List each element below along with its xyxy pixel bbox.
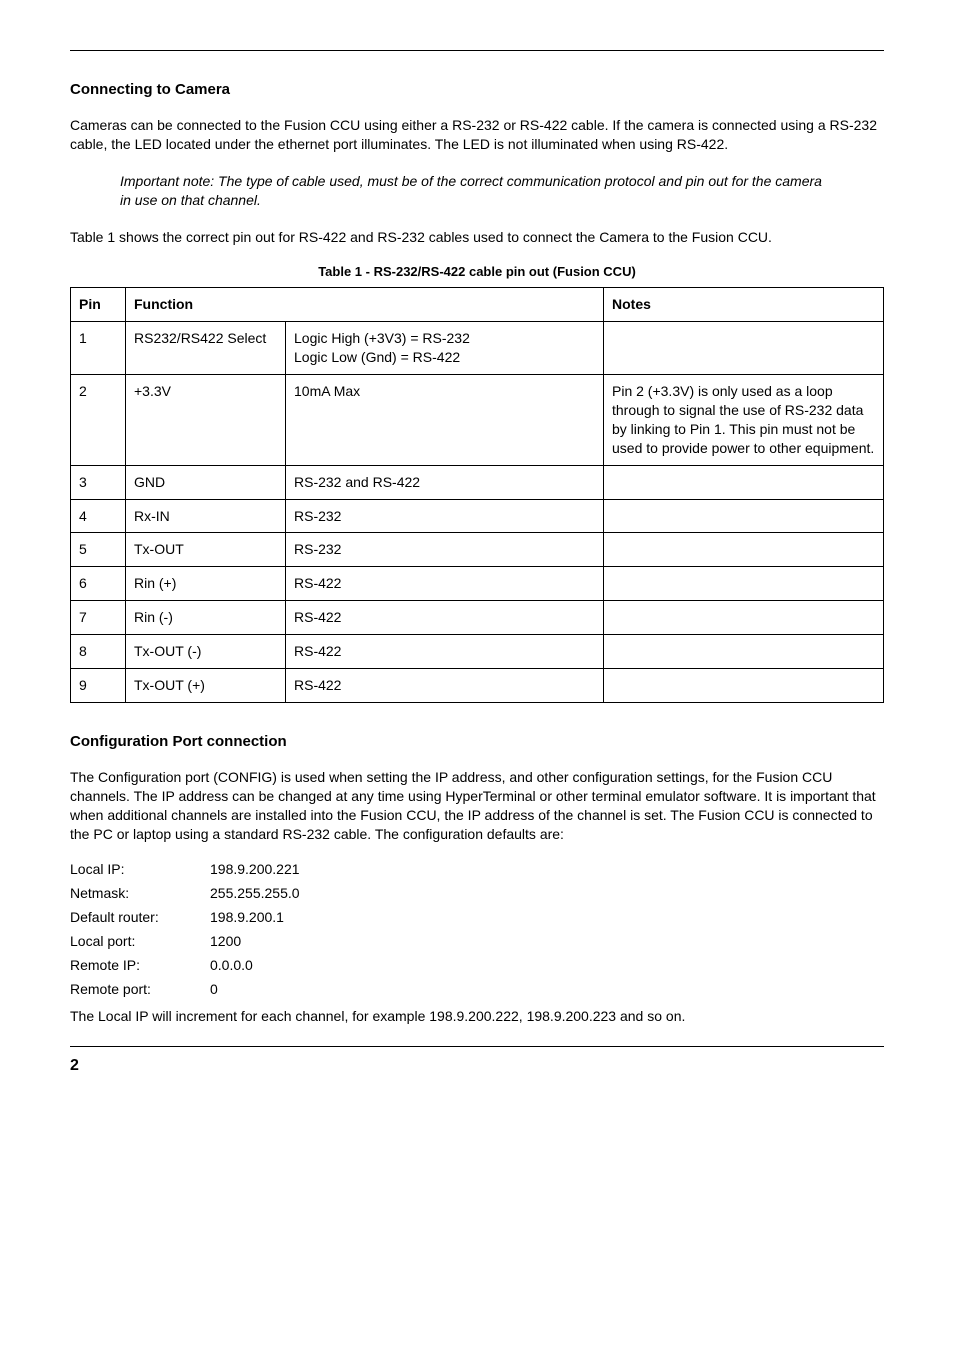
section1-para1: Cameras can be connected to the Fusion C… bbox=[70, 116, 884, 154]
table-row: 8Tx-OUT (-)RS-422 bbox=[71, 635, 884, 669]
cell-function-desc: Logic High (+3V3) = RS-232 Logic Low (Gn… bbox=[286, 322, 604, 375]
cell-function-desc: RS-232 and RS-422 bbox=[286, 465, 604, 499]
table-caption: Table 1 - RS-232/RS-422 cable pin out (F… bbox=[70, 264, 884, 279]
cell-notes bbox=[604, 465, 884, 499]
table-row: 1RS232/RS422 SelectLogic High (+3V3) = R… bbox=[71, 322, 884, 375]
default-value: 0.0.0.0 bbox=[210, 957, 884, 973]
cell-function-desc: RS-422 bbox=[286, 601, 604, 635]
cell-function-desc: RS-422 bbox=[286, 669, 604, 703]
defaults-grid: Local IP:198.9.200.221Netmask:255.255.25… bbox=[70, 861, 884, 997]
section1-para2: Table 1 shows the correct pin out for RS… bbox=[70, 228, 884, 247]
bottom-rule bbox=[70, 1046, 884, 1047]
cell-pin: 6 bbox=[71, 567, 126, 601]
cell-notes bbox=[604, 669, 884, 703]
cell-function-desc: RS-422 bbox=[286, 635, 604, 669]
cell-function-name: Tx-OUT bbox=[126, 533, 286, 567]
cell-notes bbox=[604, 499, 884, 533]
cell-pin: 9 bbox=[71, 669, 126, 703]
table-row: 2+3.3V10mA MaxPin 2 (+3.3V) is only used… bbox=[71, 375, 884, 466]
cell-function-name: GND bbox=[126, 465, 286, 499]
cell-notes bbox=[604, 533, 884, 567]
default-value: 1200 bbox=[210, 933, 884, 949]
cell-function-desc: RS-232 bbox=[286, 533, 604, 567]
cell-notes: Pin 2 (+3.3V) is only used as a loop thr… bbox=[604, 375, 884, 466]
section2-heading: Configuration Port connection bbox=[70, 733, 884, 750]
table-row: 6Rin (+)RS-422 bbox=[71, 567, 884, 601]
cell-function-name: Tx-OUT (-) bbox=[126, 635, 286, 669]
page-container: Connecting to Camera Cameras can be conn… bbox=[0, 0, 954, 1105]
default-label: Remote IP: bbox=[70, 957, 210, 973]
cell-pin: 4 bbox=[71, 499, 126, 533]
cell-notes bbox=[604, 635, 884, 669]
default-label: Default router: bbox=[70, 909, 210, 925]
cell-function-desc: RS-232 bbox=[286, 499, 604, 533]
default-value: 255.255.255.0 bbox=[210, 885, 884, 901]
default-value: 0 bbox=[210, 981, 884, 997]
cell-function-name: +3.3V bbox=[126, 375, 286, 466]
th-pin: Pin bbox=[71, 288, 126, 322]
default-label: Local IP: bbox=[70, 861, 210, 877]
table-row: 3GNDRS-232 and RS-422 bbox=[71, 465, 884, 499]
cell-function-desc: RS-422 bbox=[286, 567, 604, 601]
cell-pin: 1 bbox=[71, 322, 126, 375]
section1-note: Important note: The type of cable used, … bbox=[70, 172, 884, 210]
pinout-table: Pin Function Notes 1RS232/RS422 SelectLo… bbox=[70, 287, 884, 702]
cell-function-name: Rx-IN bbox=[126, 499, 286, 533]
cell-pin: 2 bbox=[71, 375, 126, 466]
section2-para1: The Configuration port (CONFIG) is used … bbox=[70, 768, 884, 844]
table-row: 5Tx-OUTRS-232 bbox=[71, 533, 884, 567]
th-function: Function bbox=[126, 288, 604, 322]
cell-function-name: Tx-OUT (+) bbox=[126, 669, 286, 703]
default-label: Remote port: bbox=[70, 981, 210, 997]
default-label: Netmask: bbox=[70, 885, 210, 901]
page-number: 2 bbox=[70, 1057, 884, 1075]
top-rule bbox=[70, 50, 884, 51]
cell-function-name: Rin (-) bbox=[126, 601, 286, 635]
section1-heading: Connecting to Camera bbox=[70, 81, 884, 98]
table-row: 9Tx-OUT (+)RS-422 bbox=[71, 669, 884, 703]
cell-function-name: Rin (+) bbox=[126, 567, 286, 601]
cell-pin: 3 bbox=[71, 465, 126, 499]
th-notes: Notes bbox=[604, 288, 884, 322]
table-header-row: Pin Function Notes bbox=[71, 288, 884, 322]
cell-function-name: RS232/RS422 Select bbox=[126, 322, 286, 375]
table-row: 4Rx-INRS-232 bbox=[71, 499, 884, 533]
cell-pin: 5 bbox=[71, 533, 126, 567]
cell-pin: 7 bbox=[71, 601, 126, 635]
default-value: 198.9.200.221 bbox=[210, 861, 884, 877]
cell-notes bbox=[604, 322, 884, 375]
cell-notes bbox=[604, 567, 884, 601]
section2-para2: The Local IP will increment for each cha… bbox=[70, 1007, 884, 1026]
cell-pin: 8 bbox=[71, 635, 126, 669]
default-label: Local port: bbox=[70, 933, 210, 949]
cell-function-desc: 10mA Max bbox=[286, 375, 604, 466]
table-row: 7Rin (-)RS-422 bbox=[71, 601, 884, 635]
default-value: 198.9.200.1 bbox=[210, 909, 884, 925]
cell-notes bbox=[604, 601, 884, 635]
